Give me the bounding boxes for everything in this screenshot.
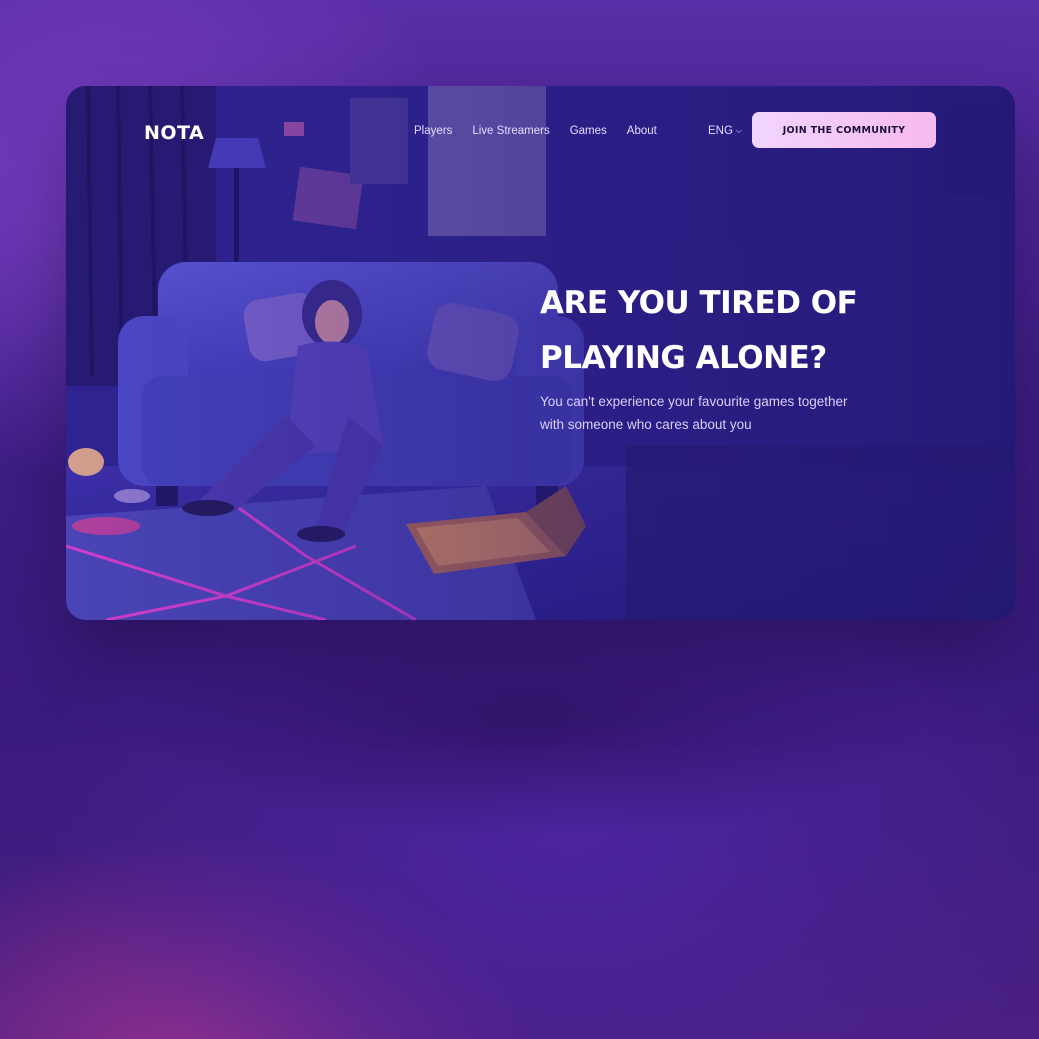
language-selector[interactable]: ENG ⌵ (708, 125, 742, 137)
language-label: ENG (708, 125, 733, 137)
hero-title-line-1: ARE YOU TIRED OF (540, 285, 858, 321)
hero-title: ARE YOU TIRED OF PLAYING ALONE? (540, 276, 960, 386)
hero-subtitle: You can't experience your favourite game… (540, 390, 940, 436)
main-nav: Players Live Streamers Games About (414, 125, 657, 137)
nav-link-live-streamers[interactable]: Live Streamers (472, 125, 549, 137)
chevron-down-icon: ⌵ (735, 126, 742, 135)
hero-title-line-2: PLAYING ALONE? (540, 340, 827, 376)
join-community-button[interactable]: JOIN THE COMMUNITY (752, 112, 936, 148)
logo[interactable]: NOTA (144, 122, 204, 144)
card-shadow (120, 600, 940, 840)
hero-subtitle-line-1: You can't experience your favourite game… (540, 394, 848, 409)
nav-link-about[interactable]: About (627, 125, 657, 137)
landing-page-card: NOTA Players Live Streamers Games About … (66, 86, 1015, 620)
hero-subtitle-line-2: with someone who cares about you (540, 417, 752, 432)
nav-link-players[interactable]: Players (414, 125, 452, 137)
nav-link-games[interactable]: Games (570, 125, 607, 137)
